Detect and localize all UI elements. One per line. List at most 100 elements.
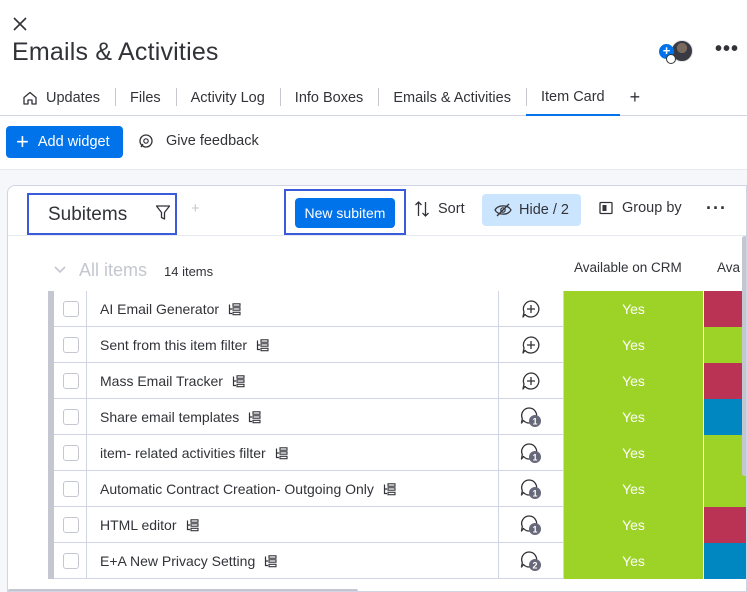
- tab-label: Activity Log: [190, 89, 265, 106]
- group-by-icon: [599, 201, 613, 215]
- table-row[interactable]: HTML editor 1 Yes: [48, 507, 746, 543]
- filter-icon[interactable]: [155, 204, 171, 222]
- item-card-toolbar: + Add widget Give feedback: [0, 116, 747, 170]
- updates-count: 1: [532, 417, 537, 427]
- subitems-icon[interactable]: [186, 518, 199, 532]
- tab-label: Item Card: [540, 88, 605, 105]
- row-checkbox[interactable]: [63, 481, 79, 497]
- give-feedback-button[interactable]: Give feedback: [138, 133, 259, 149]
- updates-cell[interactable]: [499, 327, 564, 363]
- table-row[interactable]: Mass Email Tracker Yes: [48, 363, 746, 399]
- lock-icon: [666, 54, 676, 64]
- tab-info-boxes[interactable]: Info Boxes: [279, 80, 379, 116]
- subitems-table: AI Email Generator Yes Sent from this item…: [48, 291, 746, 579]
- row-checkbox[interactable]: [63, 373, 79, 389]
- subitems-icon[interactable]: [264, 554, 277, 568]
- updates-cell[interactable]: 1: [499, 399, 564, 435]
- group-by-button[interactable]: Group by: [599, 200, 682, 216]
- status-cell-crm[interactable]: Yes: [564, 507, 704, 543]
- status-cell-ava[interactable]: [704, 327, 746, 363]
- item-name: Mass Email Tracker: [100, 373, 223, 389]
- add-update-icon: [522, 372, 540, 390]
- row-checkbox[interactable]: [63, 517, 79, 533]
- table-row[interactable]: Sent from this item filter Yes: [48, 327, 746, 363]
- subitems-icon[interactable]: [256, 338, 269, 352]
- subitems-icon[interactable]: [248, 410, 261, 424]
- updates-cell[interactable]: [499, 291, 564, 327]
- tab-item-card[interactable]: Item Card: [525, 80, 620, 116]
- checkbox-cell: [54, 435, 87, 471]
- row-checkbox[interactable]: [63, 301, 79, 317]
- tab-updates[interactable]: Updates: [0, 80, 115, 116]
- status-cell-ava[interactable]: [704, 291, 746, 327]
- updates-count-icon: 1: [520, 479, 541, 499]
- status-cell-crm[interactable]: Yes: [564, 471, 704, 507]
- item-name-cell[interactable]: Sent from this item filter: [87, 327, 499, 363]
- vertical-scrollbar[interactable]: [742, 236, 746, 476]
- row-checkbox[interactable]: [63, 553, 79, 569]
- group-title[interactable]: All items: [79, 260, 147, 281]
- widgets-canvas: Subitems + New subitem Sort Hide / 2 Gro…: [0, 170, 747, 592]
- status-cell-crm[interactable]: Yes: [564, 327, 704, 363]
- status-cell-crm[interactable]: Yes: [564, 363, 704, 399]
- add-column-button[interactable]: +: [191, 200, 200, 217]
- table-row[interactable]: AI Email Generator Yes: [48, 291, 746, 327]
- row-checkbox[interactable]: [63, 409, 79, 425]
- status-cell-ava[interactable]: [704, 507, 746, 543]
- close-icon[interactable]: [9, 13, 31, 35]
- updates-count-icon: 1: [520, 407, 541, 427]
- row-checkbox[interactable]: [63, 337, 79, 353]
- new-subitem-button[interactable]: New subitem: [295, 198, 395, 228]
- updates-cell[interactable]: 2: [499, 543, 564, 579]
- hide-columns-button[interactable]: Hide / 2: [482, 194, 581, 226]
- updates-cell[interactable]: 1: [499, 435, 564, 471]
- item-name-cell[interactable]: Automatic Contract Creation- Outgoing On…: [87, 471, 499, 507]
- item-name-cell[interactable]: Share email templates: [87, 399, 499, 435]
- status-cell-crm[interactable]: Yes: [564, 435, 704, 471]
- updates-cell[interactable]: 1: [499, 471, 564, 507]
- status-cell-crm[interactable]: Yes: [564, 543, 704, 579]
- feedback-icon: [139, 134, 153, 148]
- status-cell-crm[interactable]: Yes: [564, 291, 704, 327]
- sort-button[interactable]: Sort: [414, 200, 465, 218]
- tab-activity-log[interactable]: Activity Log: [175, 80, 280, 116]
- add-widget-button[interactable]: + Add widget: [6, 126, 123, 158]
- item-name-cell[interactable]: Mass Email Tracker: [87, 363, 499, 399]
- table-row[interactable]: Share email templates 1 Yes: [48, 399, 746, 435]
- item-name-cell[interactable]: E+A New Privacy Setting: [87, 543, 499, 579]
- status-cell-ava[interactable]: [704, 363, 746, 399]
- widget-title[interactable]: Subitems: [48, 204, 127, 226]
- tab-label: Info Boxes: [294, 89, 364, 106]
- table-row[interactable]: Automatic Contract Creation- Outgoing On…: [48, 471, 746, 507]
- subitems-icon[interactable]: [383, 482, 396, 496]
- updates-cell[interactable]: [499, 363, 564, 399]
- widget-more-button[interactable]: ···: [706, 198, 727, 219]
- add-tab-button[interactable]: +: [620, 87, 651, 108]
- tab-emails-activities[interactable]: Emails & Activities: [378, 80, 526, 116]
- status-cell-crm[interactable]: Yes: [564, 399, 704, 435]
- column-header-ava[interactable]: Ava: [717, 260, 740, 275]
- subitems-icon[interactable]: [275, 446, 288, 460]
- row-checkbox[interactable]: [63, 445, 79, 461]
- subitems-icon[interactable]: [228, 302, 241, 316]
- table-row[interactable]: E+A New Privacy Setting 2 Yes: [48, 543, 746, 579]
- item-name-cell[interactable]: AI Email Generator: [87, 291, 499, 327]
- subscribers-avatar[interactable]: +: [659, 40, 695, 64]
- status-cell-ava[interactable]: [704, 543, 746, 579]
- item-name: Automatic Contract Creation- Outgoing On…: [100, 481, 374, 497]
- status-cell-ava[interactable]: [704, 399, 746, 435]
- column-header-crm[interactable]: Available on CRM: [574, 260, 682, 275]
- item-name-cell[interactable]: HTML editor: [87, 507, 499, 543]
- status-cell-ava[interactable]: [704, 435, 746, 471]
- item-name-cell[interactable]: item- related activities filter: [87, 435, 499, 471]
- updates-cell[interactable]: 1: [499, 507, 564, 543]
- more-options-button[interactable]: •••: [715, 39, 739, 59]
- chevron-down-icon[interactable]: [53, 265, 67, 275]
- subitems-icon[interactable]: [232, 374, 245, 388]
- sort-label: Sort: [438, 201, 465, 217]
- eye-hidden-icon: [494, 203, 512, 217]
- status-cell-ava[interactable]: [704, 471, 746, 507]
- subitems-widget: Subitems + New subitem Sort Hide / 2 Gro…: [7, 185, 747, 592]
- table-row[interactable]: item- related activities filter 1 Yes: [48, 435, 746, 471]
- tab-files[interactable]: Files: [115, 80, 176, 116]
